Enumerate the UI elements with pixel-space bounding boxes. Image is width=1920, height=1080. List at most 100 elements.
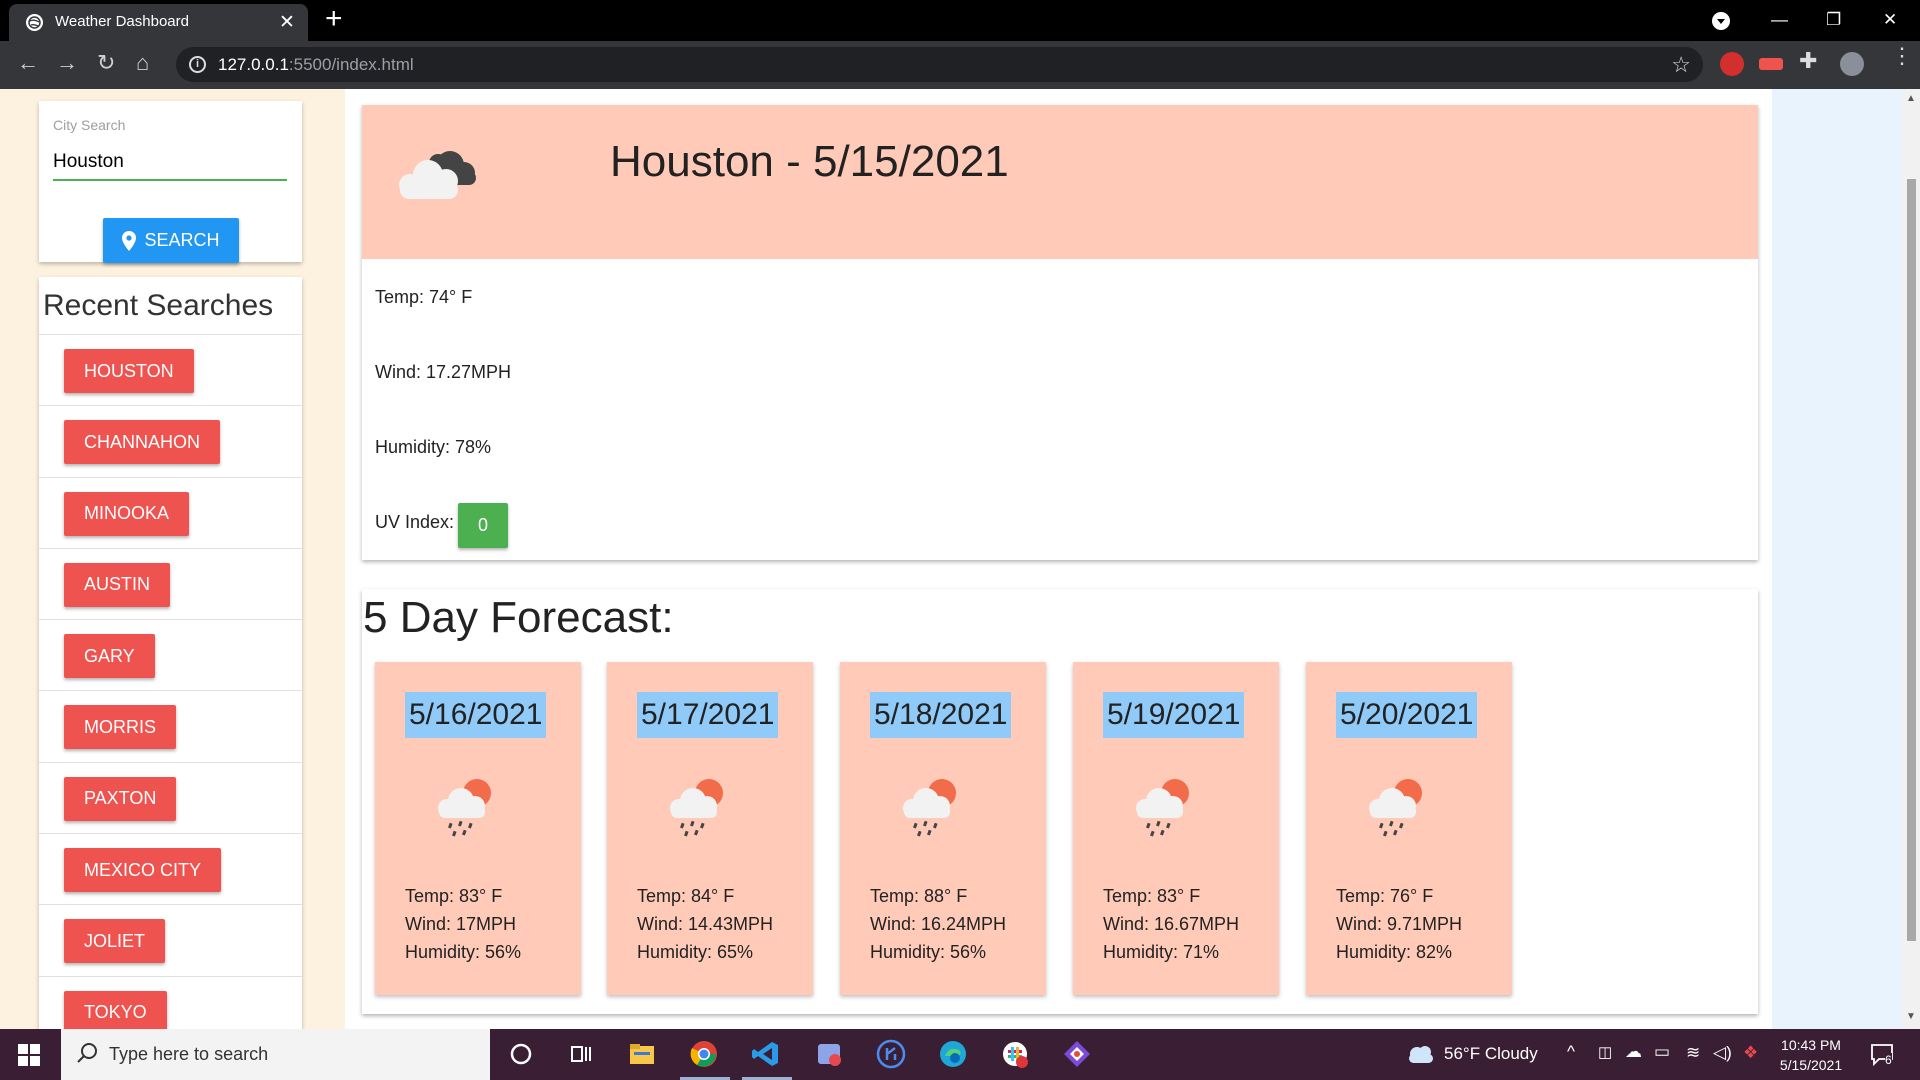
tab-close-icon[interactable]: ✕ xyxy=(279,11,295,34)
volume-icon[interactable]: ◁) xyxy=(1713,1043,1732,1063)
battery-icon[interactable]: ▭ xyxy=(1654,1042,1670,1062)
extension-hand-icon[interactable] xyxy=(1720,52,1744,76)
forecast-day-card: 5/19/2021 Temp: 83° F Wind: 16.67MPH Hum… xyxy=(1073,662,1279,995)
vscode-icon[interactable] xyxy=(750,1038,782,1070)
address-bar[interactable]: i 127.0.0.1:5500/index.html ☆ xyxy=(176,47,1703,82)
snip-sketch-icon[interactable] xyxy=(813,1038,845,1070)
taskbar-search-box[interactable]: Type here to search xyxy=(61,1029,490,1080)
forecast-wind: Wind: 16.67MPH xyxy=(1103,914,1240,934)
forecast-day-card: 5/18/2021 Temp: 88° F Wind: 16.24MPH Hum… xyxy=(840,662,1046,995)
list-item: MEXICO CITY xyxy=(39,833,302,904)
cloud-weather-icon xyxy=(1409,1046,1433,1063)
browser-tab[interactable]: Weather Dashboard ✕ xyxy=(9,4,308,41)
forecast-day-card: 5/17/2021 Temp: 84° F Wind: 14.43MPH Hum… xyxy=(607,662,813,995)
edge-icon[interactable] xyxy=(937,1038,969,1070)
chrome-icon[interactable] xyxy=(688,1038,720,1070)
task-view-icon[interactable] xyxy=(565,1038,597,1070)
city-button-mexico-city[interactable]: MEXICO CITY xyxy=(64,848,222,893)
search-button[interactable]: SEARCH xyxy=(103,218,239,263)
show-hidden-icons-icon[interactable]: ^ xyxy=(1567,1042,1575,1062)
cortana-icon[interactable] xyxy=(505,1038,537,1070)
forecast-date: 5/17/2021 xyxy=(637,692,779,738)
list-item: JOLIET xyxy=(39,904,302,975)
forecast-temp: Temp: 88° F xyxy=(870,886,968,906)
reload-icon[interactable]: ↻ xyxy=(97,50,115,76)
scroll-down-icon[interactable]: ▼ xyxy=(1906,1011,1916,1022)
city-button-gary[interactable]: GARY xyxy=(64,634,155,679)
recent-searches-list: HOUSTON CHANNAHON MINOOKA AUSTIN GARY MO… xyxy=(39,334,302,1029)
globe-icon xyxy=(26,14,43,31)
forward-icon[interactable]: → xyxy=(56,50,78,76)
browser-titlebar: Weather Dashboard ✕ + — ❐ ✕ xyxy=(0,0,1920,41)
city-button-morris[interactable]: MORRIS xyxy=(64,705,176,750)
tab-title: Weather Dashboard xyxy=(55,13,189,30)
recent-searches-title: Recent Searches xyxy=(43,289,274,322)
minimize-icon[interactable]: — xyxy=(1771,10,1788,30)
forecast-wind: Wind: 9.71MPH xyxy=(1336,914,1463,934)
bookmark-star-icon[interactable]: ☆ xyxy=(1671,52,1691,78)
back-icon[interactable]: ← xyxy=(17,50,39,76)
site-info-icon[interactable]: i xyxy=(189,56,206,73)
forecast-date: 5/19/2021 xyxy=(1103,692,1245,738)
forecast-card: 5 Day Forecast: 5/16/2021 Temp: 83° F Wi… xyxy=(362,589,1758,1014)
slack-icon[interactable] xyxy=(999,1038,1031,1070)
search-button-label: SEARCH xyxy=(144,230,220,250)
rain-sun-icon xyxy=(1369,779,1422,837)
forecast-wind: Wind: 16.24MPH xyxy=(870,914,1007,934)
extensions-puzzle-icon[interactable]: ✚ xyxy=(1799,48,1823,73)
tab-search-icon[interactable] xyxy=(1712,12,1730,30)
clock-time: 10:43 PM xyxy=(1781,1037,1841,1053)
city-button-austin[interactable]: AUSTIN xyxy=(64,562,171,607)
city-search-label: City Search xyxy=(53,117,126,133)
scroll-up-icon[interactable]: ▲ xyxy=(1906,93,1916,104)
page-scrollbar[interactable]: ▲ ▼ xyxy=(1902,89,1920,1029)
forecast-humidity: Humidity: 56% xyxy=(405,942,522,962)
url-text: 127.0.0.1:5500/index.html xyxy=(218,55,414,74)
window-close-icon[interactable]: ✕ xyxy=(1883,10,1897,30)
restore-icon[interactable]: ❐ xyxy=(1826,10,1841,30)
taskbar-clock[interactable]: 10:43 PM 5/15/2021 xyxy=(1760,1035,1862,1075)
list-item: HOUSTON xyxy=(39,334,302,405)
windows-start-icon[interactable] xyxy=(18,1044,40,1066)
city-button-channahon[interactable]: CHANNAHON xyxy=(64,420,221,465)
taskbar-weather[interactable]: 56°F Cloudy xyxy=(1444,1044,1538,1064)
browser-toolbar: ← → ↻ ⌂ i 127.0.0.1:5500/index.html ☆ ✚ … xyxy=(0,41,1920,89)
wifi-icon[interactable]: ≋ xyxy=(1686,1043,1700,1063)
rain-sun-icon xyxy=(903,779,956,837)
current-wind: Wind: 17.27MPH xyxy=(375,362,512,382)
city-button-paxton[interactable]: PAXTON xyxy=(64,776,177,821)
new-tab-icon[interactable]: + xyxy=(325,4,343,34)
list-item: MINOOKA xyxy=(39,476,302,548)
meet-now-icon[interactable]: ◫ xyxy=(1598,1043,1612,1061)
city-button-minooka[interactable]: MINOOKA xyxy=(64,491,190,536)
city-button-tokyo[interactable]: TOKYO xyxy=(64,990,167,1029)
onedrive-icon[interactable]: ☁ xyxy=(1625,1042,1642,1062)
browser-menu-icon[interactable]: ⋮ xyxy=(1891,45,1913,67)
forecast-humidity: Humidity: 82% xyxy=(1336,942,1453,962)
notification-count: 6 xyxy=(1885,1053,1892,1067)
current-weather-card: Houston - 5/15/2021 Temp: 74° F Wind: 17… xyxy=(362,105,1758,560)
home-icon[interactable]: ⌂ xyxy=(136,50,149,76)
windows-taskbar: Type here to search 56°F Cloudy ^ ◫ ☁ ▭ … xyxy=(0,1029,1920,1080)
right-column xyxy=(1772,89,1902,1029)
cloudy-icon xyxy=(399,151,476,199)
city-button-houston[interactable]: HOUSTON xyxy=(64,349,194,393)
github-desktop-icon[interactable] xyxy=(875,1038,907,1070)
forecast-date: 5/16/2021 xyxy=(405,692,547,738)
notification-center-icon[interactable] xyxy=(1870,1043,1896,1067)
forecast-wind: Wind: 14.43MPH xyxy=(637,914,774,934)
scroll-thumb[interactable] xyxy=(1907,179,1916,941)
file-explorer-icon[interactable] xyxy=(626,1038,658,1070)
list-item: MORRIS xyxy=(39,690,302,761)
tray-app-icon[interactable]: ❖ xyxy=(1743,1043,1758,1063)
city-search-input[interactable] xyxy=(53,145,287,181)
extension-record-icon[interactable] xyxy=(1759,58,1783,70)
gitkraken-icon[interactable] xyxy=(1061,1038,1093,1070)
current-humidity: Humidity: 78% xyxy=(375,437,492,457)
location-pin-icon xyxy=(122,230,137,251)
recent-searches-card: Recent Searches HOUSTON CHANNAHON MINOOK… xyxy=(39,277,302,1029)
profile-avatar[interactable] xyxy=(1840,52,1864,76)
city-button-joliet[interactable]: JOLIET xyxy=(64,919,166,964)
list-item: AUSTIN xyxy=(39,547,302,619)
forecast-humidity: Humidity: 65% xyxy=(637,942,754,962)
